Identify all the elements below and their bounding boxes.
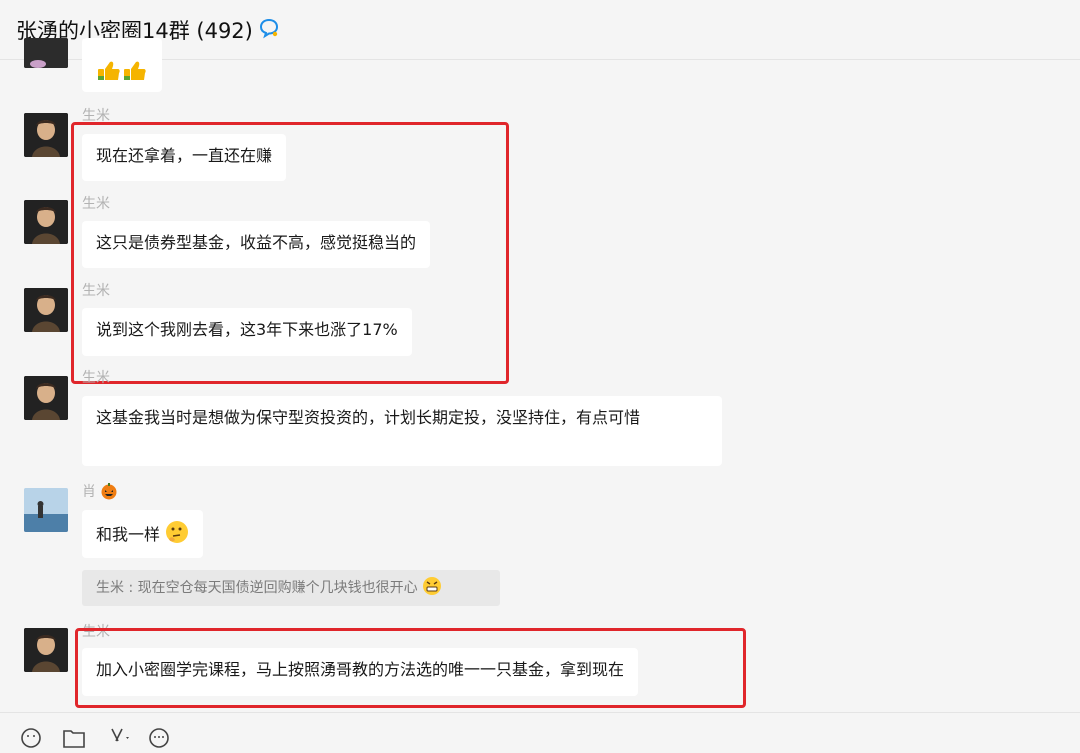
avatar[interactable] — [24, 288, 68, 332]
sender-name: 生米 — [82, 370, 110, 386]
chat-bubble-icon[interactable] — [258, 17, 280, 43]
sender-name-text: 肖 — [82, 484, 96, 500]
sender-name: 肖 — [82, 482, 118, 504]
message-bubble[interactable]: 和我一样 — [82, 510, 204, 558]
emoji-icon[interactable] — [20, 727, 42, 753]
input-toolbar — [0, 712, 1080, 748]
folder-icon[interactable] — [62, 727, 86, 753]
thumbs-up-icon — [96, 60, 148, 89]
thumbs-up-bubble[interactable] — [82, 38, 162, 92]
avatar[interactable] — [24, 376, 68, 420]
message-bubble[interactable]: 这基金我当时是想做为保守型资投资的，计划长期定投，没坚持住，有点可惜 — [82, 396, 722, 466]
quoted-message[interactable]: 生米 : 现在空仓每天国债逆回购赚个几块钱也很开心 — [82, 570, 500, 606]
chat-history-icon[interactable] — [148, 727, 170, 753]
avatar[interactable] — [24, 113, 68, 157]
avatar[interactable] — [24, 628, 68, 672]
avatar[interactable] — [24, 488, 68, 532]
quoted-text: 生米 : 现在空仓每天国债逆回购赚个几块钱也很开心 — [96, 580, 418, 596]
avatar[interactable] — [24, 200, 68, 244]
highlight-box — [75, 628, 746, 708]
pumpkin-icon — [100, 482, 118, 504]
chat-header: 张湧的小密圈14群 (492) — [0, 0, 1080, 60]
message-text: 和我一样 — [96, 525, 161, 544]
avatar[interactable] — [24, 38, 68, 68]
grin-face-icon — [422, 574, 442, 610]
scissors-icon[interactable] — [106, 727, 130, 753]
thinking-face-icon — [165, 520, 189, 551]
highlight-box — [71, 122, 509, 384]
